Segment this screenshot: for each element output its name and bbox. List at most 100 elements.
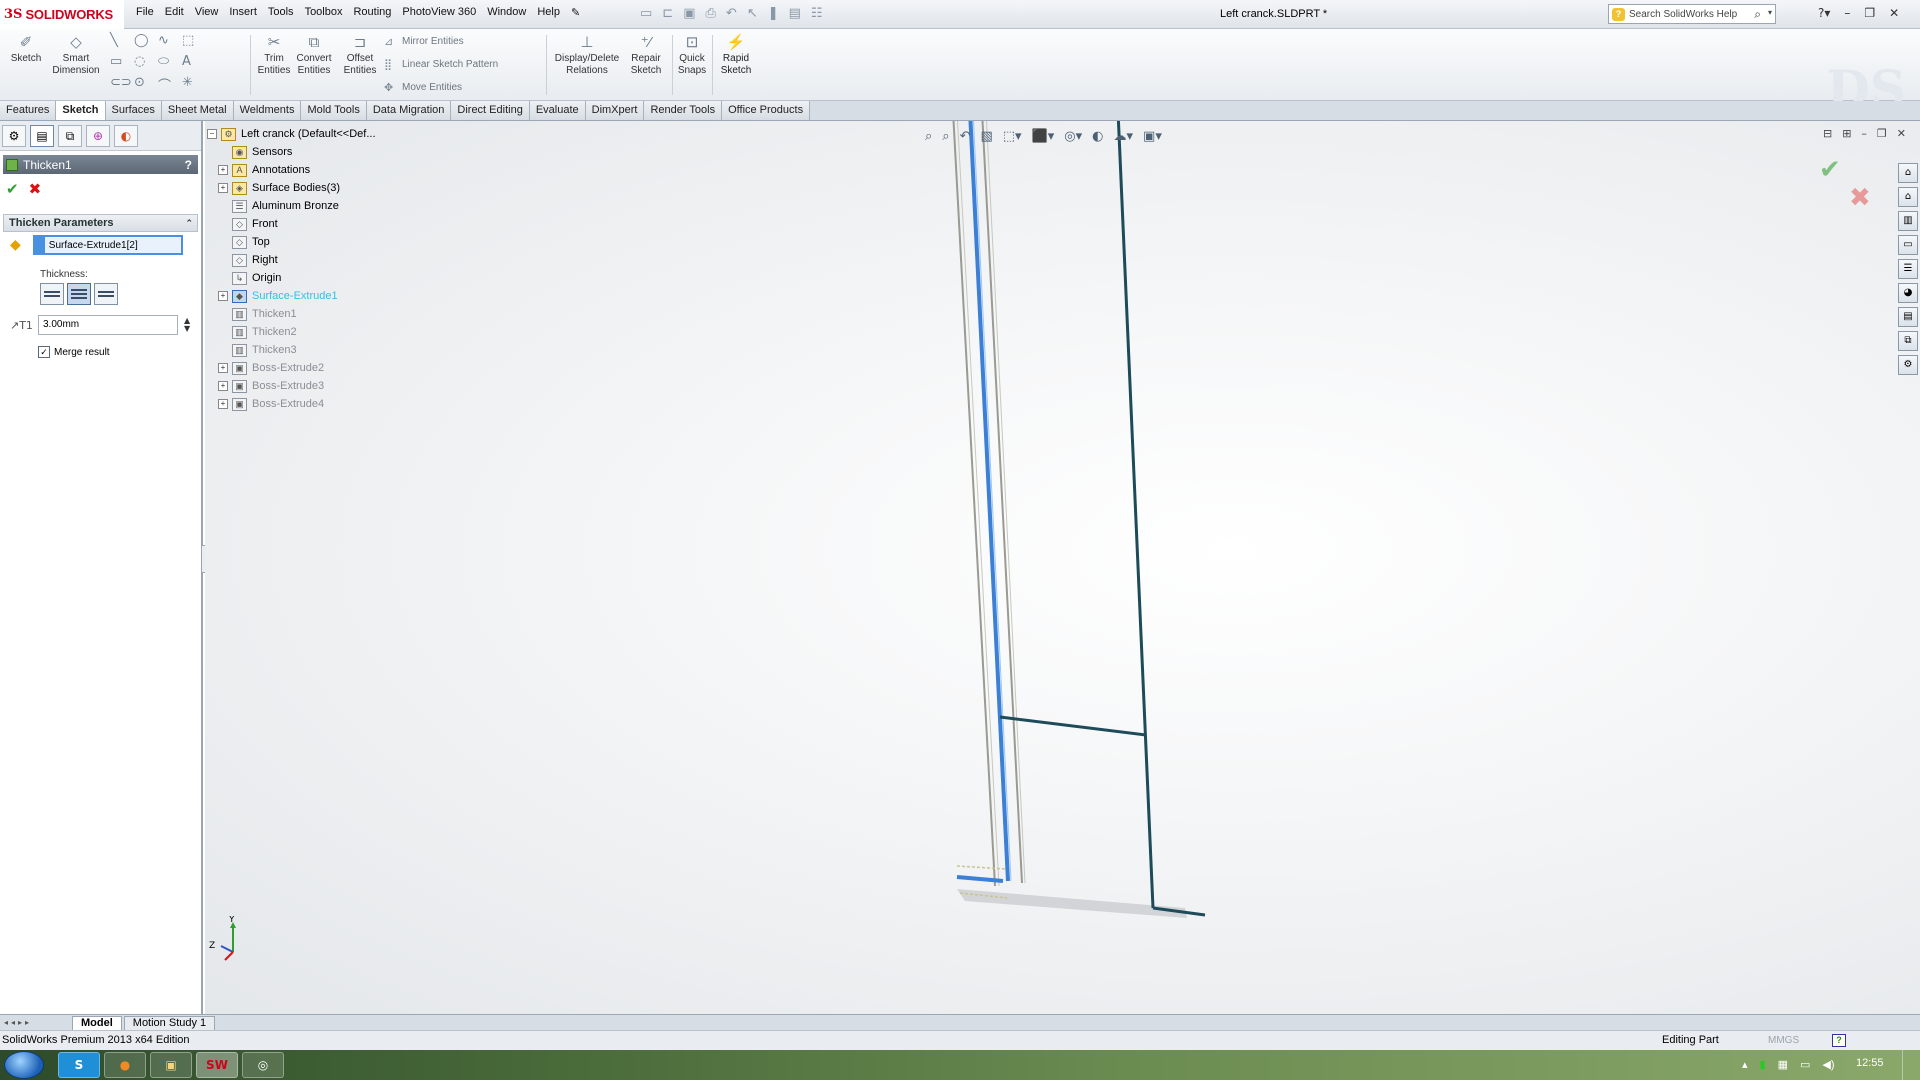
tree-item-surface-extrude1[interactable]: + ◆ Surface-Extrude1 <box>218 287 338 305</box>
cancel-x-icon[interactable]: ✖ <box>29 180 42 198</box>
firefox-taskbar-button[interactable]: ● <box>104 1052 146 1078</box>
help-button[interactable]: ? <box>185 158 192 172</box>
design-library-icon[interactable]: ▥ <box>1898 211 1918 231</box>
toolbox-icon[interactable]: ⚙ <box>1898 355 1918 375</box>
expand-icon[interactable]: + <box>218 399 228 409</box>
display-style-icon[interactable]: ⬛▾ <box>1032 129 1055 144</box>
apply-scene-icon[interactable]: ☁▾ <box>1114 129 1134 144</box>
new-document-icon[interactable]: ▭ <box>640 6 652 21</box>
tree-item-origin[interactable]: ↳ Origin <box>232 269 281 287</box>
offset-entities-button[interactable]: ⊐ Offset Entities <box>340 33 380 77</box>
point-icon[interactable]: ✳ <box>182 75 206 94</box>
minimize-icon[interactable]: – <box>1844 6 1850 20</box>
menu-photoview[interactable]: PhotoView 360 <box>402 6 476 19</box>
close-icon[interactable]: ✕ <box>1889 6 1899 20</box>
tab-office-products[interactable]: Office Products <box>722 101 811 120</box>
repair-sketch-button[interactable]: ⁺⁄ Repair Sketch <box>626 33 666 77</box>
section-view-icon[interactable]: ▧ <box>980 129 992 144</box>
configuration-manager-tab[interactable]: ⧉ <box>58 124 82 147</box>
thickness-spinner[interactable]: ▲ ▼ <box>184 317 190 333</box>
forum-icon[interactable]: ⧉ <box>1898 331 1918 351</box>
open-icon[interactable]: ⊏ <box>662 6 673 21</box>
restore-icon[interactable]: ❐ <box>1864 6 1875 20</box>
volume-icon[interactable]: ◀) <box>1822 1058 1834 1071</box>
menu-tools[interactable]: Tools <box>268 6 294 19</box>
tree-item-top-plane[interactable]: ◇ Top <box>232 233 270 251</box>
slot-icon[interactable]: ⊂⊃ <box>110 75 134 94</box>
dimxpert-manager-tab[interactable]: ⊕ <box>86 124 110 147</box>
thicken-both-sides-button[interactable] <box>67 283 91 305</box>
quick-tips-icon[interactable]: ? <box>1832 1034 1846 1047</box>
trim-entities-button[interactable]: ✂ Trim Entities <box>254 33 294 77</box>
tab-mold-tools[interactable]: Mold Tools <box>301 101 367 120</box>
start-button-icon[interactable] <box>4 1051 44 1079</box>
appearances-icon[interactable]: ◕ <box>1898 283 1918 303</box>
ok-checkmark-icon[interactable]: ✔ <box>6 180 19 198</box>
feature-manager-tab[interactable]: ⚙ <box>2 124 26 147</box>
tab-model[interactable]: Model <box>72 1015 122 1030</box>
edit-appearance-icon[interactable]: ◐ <box>1092 129 1103 144</box>
tile-vertical-icon[interactable]: ⊞ <box>1842 127 1851 140</box>
move-entities-button[interactable]: ✥ Move Entities <box>384 81 462 94</box>
system-clock[interactable]: 12:55 <box>1856 1057 1884 1069</box>
confirmation-cancel-icon[interactable]: ✖ <box>1849 183 1871 213</box>
circle-icon[interactable]: ◯ <box>134 33 158 48</box>
tree-item-front-plane[interactable]: ◇ Front <box>232 215 278 233</box>
tab-surfaces[interactable]: Surfaces <box>105 101 162 120</box>
display-delete-relations-button[interactable]: ⊥ Display/Delete Relations <box>552 33 622 77</box>
menu-routing[interactable]: Routing <box>353 6 391 19</box>
custom-properties-icon[interactable]: ▤ <box>1898 307 1918 327</box>
merge-result-checkbox[interactable]: ✓ <box>38 346 50 358</box>
quick-snaps-button[interactable]: ⊡ Quick Snaps <box>674 33 710 77</box>
expand-icon[interactable]: + <box>218 363 228 373</box>
solidworks-taskbar-button[interactable]: SW <box>196 1052 238 1078</box>
expand-icon[interactable]: + <box>218 291 228 301</box>
zoom-to-area-icon[interactable]: ⌕ <box>942 129 949 144</box>
polygon-icon[interactable]: ⊙ <box>134 75 158 94</box>
expand-icon[interactable]: + <box>218 165 228 175</box>
tab-direct-editing[interactable]: Direct Editing <box>451 101 530 120</box>
tree-item-boss-extrude4[interactable]: + ▣ Boss-Extrude4 <box>218 395 324 413</box>
tree-item-boss-extrude2[interactable]: + ▣ Boss-Extrude2 <box>218 359 324 377</box>
thicken-parameters-group[interactable]: Thicken Parameters ⌃ <box>3 214 198 232</box>
display-manager-tab[interactable]: ◐ <box>114 124 138 147</box>
sketch-button[interactable]: ✐ Sketch <box>8 33 44 65</box>
tab-weldments[interactable]: Weldments <box>233 101 302 120</box>
expand-icon[interactable]: + <box>218 183 228 193</box>
tree-item-thicken2[interactable]: ▥ Thicken2 <box>232 323 297 341</box>
doc-close-icon[interactable]: ✕ <box>1897 127 1906 140</box>
text-icon[interactable]: A <box>182 54 206 69</box>
menu-edit[interactable]: Edit <box>165 6 184 19</box>
tree-item-sensors[interactable]: ◉ Sensors <box>232 143 292 161</box>
search-input[interactable]: ? Search SolidWorks Help ⌕ ▾ <box>1608 4 1776 24</box>
ellipse-icon[interactable]: ⬭ <box>158 54 182 69</box>
hide-show-items-icon[interactable]: ◎▾ <box>1064 129 1082 144</box>
thicken-side2-button[interactable] <box>94 283 118 305</box>
tab-scroll-arrows[interactable]: ◂◂▸▸ <box>0 1018 72 1027</box>
previous-view-icon[interactable]: ↶ <box>960 129 971 144</box>
mirror-entities-button[interactable]: ⊿ Mirror Entities <box>384 35 464 48</box>
line-icon[interactable]: ╲ <box>110 33 134 48</box>
property-manager-tab[interactable]: ▤ <box>30 124 54 147</box>
rebuild-icon[interactable]: ❚ <box>768 6 779 21</box>
tree-item-thicken1[interactable]: ▥ Thicken1 <box>232 305 297 323</box>
tab-sketch[interactable]: Sketch <box>56 101 106 120</box>
convert-entities-button[interactable]: ⧉ Convert Entities <box>292 33 336 77</box>
tree-item-annotations[interactable]: + A Annotations <box>218 161 310 179</box>
menu-view[interactable]: View <box>195 6 219 19</box>
home-icon[interactable]: ⌂ <box>1898 187 1918 207</box>
tab-render-tools[interactable]: Render Tools <box>644 101 723 120</box>
doc-minimize-icon[interactable]: – <box>1861 127 1867 140</box>
smart-dimension-button[interactable]: ◇ Smart Dimension <box>52 33 100 77</box>
thicken-side1-button[interactable] <box>40 283 64 305</box>
merge-result-option[interactable]: ✓ Merge result <box>38 346 110 358</box>
sketch-fillet-icon[interactable]: ⬚ <box>182 33 206 48</box>
network-icon[interactable]: ▦ <box>1778 1058 1788 1071</box>
tray-app-icon[interactable]: ▮ <box>1760 1058 1766 1071</box>
arc-icon[interactable]: ◌ <box>134 54 158 69</box>
options-icon[interactable]: ☷ <box>811 6 823 21</box>
pin-icon[interactable]: ✎ <box>571 6 580 19</box>
file-explorer-icon[interactable]: ▭ <box>1898 235 1918 255</box>
power-icon[interactable]: ▭ <box>1800 1058 1810 1071</box>
tree-item-surface-bodies[interactable]: + ◈ Surface Bodies(3) <box>218 179 340 197</box>
